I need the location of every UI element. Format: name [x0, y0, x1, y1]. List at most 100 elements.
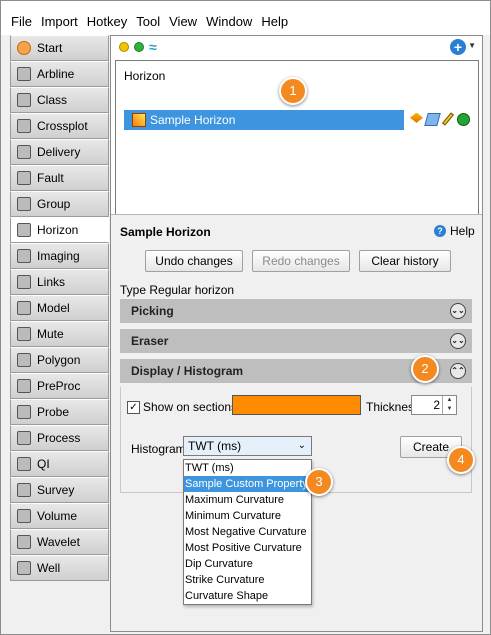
- chevron-down-icon[interactable]: ▼: [468, 41, 476, 50]
- dropdown-option[interactable]: Most Negative Curvature: [184, 524, 311, 540]
- pencil-icon[interactable]: [441, 112, 455, 126]
- dropdown-option[interactable]: Sample Custom Property: [184, 476, 311, 492]
- sidebar-item-label: Polygon: [37, 353, 81, 367]
- qi-icon: [17, 457, 31, 471]
- sidebar-item-volume[interactable]: Volume: [10, 503, 109, 529]
- sidebar-item-links[interactable]: Links: [10, 269, 109, 295]
- group-icon: [17, 197, 31, 211]
- chevron-down-icon[interactable]: ⌄⌄: [450, 303, 466, 319]
- dropdown-option[interactable]: Minimum Curvature: [184, 508, 311, 524]
- mute-icon: [17, 327, 31, 341]
- list-title: Horizon: [124, 69, 166, 83]
- sidebar-item-model[interactable]: Model: [10, 295, 109, 321]
- help-link[interactable]: ? Help: [434, 224, 475, 238]
- links-icon: [17, 275, 31, 289]
- sidebar-item-label: Model: [37, 301, 70, 315]
- thickness-spinner[interactable]: 2 ▲ ▼: [411, 395, 457, 415]
- sidebar-item-imaging[interactable]: Imaging: [10, 243, 109, 269]
- dropdown-option[interactable]: Dip Curvature: [184, 556, 311, 572]
- volume-icon: [17, 509, 31, 523]
- model-icon: [17, 301, 31, 315]
- horizon-item-icon: [132, 113, 146, 127]
- dropdown-option[interactable]: Strike Curvature: [184, 572, 311, 588]
- chevron-down-icon[interactable]: ⌄⌄: [450, 333, 466, 349]
- sidebar-item-label: Mute: [37, 327, 64, 341]
- histogram-select[interactable]: TWT (ms) ⌄: [183, 436, 312, 456]
- sidebar-item-label: PreProc: [37, 379, 81, 393]
- delivery-icon: [17, 145, 31, 159]
- survey-icon: [17, 483, 31, 497]
- clear-history-button[interactable]: Clear history: [359, 250, 451, 272]
- dropdown-option[interactable]: Curvature Shape: [184, 588, 311, 604]
- imaging-icon: [17, 249, 31, 263]
- crossplot-icon: [17, 119, 31, 133]
- section-picking-label: Picking: [131, 304, 174, 318]
- add-icon[interactable]: +: [450, 39, 466, 55]
- menu-import[interactable]: Import: [41, 14, 78, 29]
- horizon-color-swatch[interactable]: [232, 395, 361, 415]
- sidebar-item-probe[interactable]: Probe: [10, 399, 109, 425]
- sidebar-item-process[interactable]: Process: [10, 425, 109, 451]
- menu-window[interactable]: Window: [206, 14, 252, 29]
- app-window: File Import Hotkey Tool View Window Help…: [0, 0, 491, 635]
- sidebar-item-qi[interactable]: QI: [10, 451, 109, 477]
- type-label: Type Regular horizon: [120, 283, 235, 297]
- menu-view[interactable]: View: [169, 14, 197, 29]
- wavelet-icon: [17, 535, 31, 549]
- green-dot-icon[interactable]: [457, 112, 470, 126]
- menu-tool[interactable]: Tool: [136, 14, 160, 29]
- sidebar-item-arbline[interactable]: Arbline: [10, 61, 109, 87]
- sidebar-item-polygon[interactable]: Polygon: [10, 347, 109, 373]
- menu-hotkey[interactable]: Hotkey: [87, 14, 127, 29]
- list-item-label: Sample Horizon: [150, 113, 236, 127]
- sidebar-item-well[interactable]: Well: [10, 555, 109, 581]
- sidebar-item-group[interactable]: Group: [10, 191, 109, 217]
- sidebar-item-label: Start: [37, 41, 63, 55]
- layers-icon[interactable]: [410, 112, 423, 123]
- sidebar-item-label: QI: [37, 457, 50, 471]
- menu-file[interactable]: File: [11, 14, 32, 29]
- undo-changes-button[interactable]: Undo changes: [145, 250, 243, 272]
- sidebar-item-label: Arbline: [37, 67, 75, 81]
- callout-badge: 2: [411, 355, 439, 383]
- sidebar-item-crossplot[interactable]: Crossplot: [10, 113, 109, 139]
- arbline-icon: [17, 67, 31, 81]
- sidebar-item-preproc[interactable]: PreProc: [10, 373, 109, 399]
- thickness-value: 2: [433, 398, 440, 412]
- wave-icon[interactable]: ≈: [149, 39, 157, 55]
- list-item-sample-horizon[interactable]: Sample Horizon: [124, 110, 404, 130]
- callout-badge: 1: [279, 77, 307, 105]
- menu-bar: File Import Hotkey Tool View Window Help: [1, 1, 490, 35]
- green-status-icon[interactable]: [134, 42, 144, 52]
- chevron-up-icon[interactable]: ⌃⌃: [450, 363, 466, 379]
- dropdown-option[interactable]: TWT (ms): [184, 460, 311, 476]
- sidebar-item-label: Process: [37, 431, 81, 445]
- sidebar-item-label: Delivery: [37, 145, 81, 159]
- sidebar-item-survey[interactable]: Survey: [10, 477, 109, 503]
- chevron-down-icon: ⌄: [297, 440, 306, 451]
- sidebar-item-wavelet[interactable]: Wavelet: [10, 529, 109, 555]
- dropdown-option[interactable]: Most Positive Curvature: [184, 540, 311, 556]
- section-eraser[interactable]: Eraser ⌄⌄: [120, 329, 472, 353]
- redo-changes-button[interactable]: Redo changes: [252, 250, 350, 272]
- eraser-icon[interactable]: [424, 112, 441, 126]
- callout-badge: 3: [305, 468, 333, 496]
- yellow-status-icon[interactable]: [119, 42, 129, 52]
- sidebar-item-label: Links: [37, 275, 66, 289]
- sidebar-item-fault[interactable]: Fault: [10, 165, 109, 191]
- dropdown-option[interactable]: Maximum Curvature: [184, 492, 311, 508]
- spinner-arrows-icon[interactable]: ▲ ▼: [442, 396, 456, 414]
- sidebar-item-label: Imaging: [37, 249, 80, 263]
- sidebar-item-horizon[interactable]: Horizon: [10, 217, 109, 243]
- probe-icon: [17, 405, 31, 419]
- show-on-sections-checkbox[interactable]: ✓: [127, 401, 140, 414]
- sidebar-item-delivery[interactable]: Delivery: [10, 139, 109, 165]
- preproc-icon: [17, 379, 31, 393]
- section-picking[interactable]: Picking ⌄⌄: [120, 299, 472, 323]
- sidebar-item-class[interactable]: Class: [10, 87, 109, 113]
- menu-help[interactable]: Help: [261, 14, 288, 29]
- sidebar-item-mute[interactable]: Mute: [10, 321, 109, 347]
- horizon-icon: [17, 223, 31, 237]
- well-icon: [17, 561, 31, 575]
- sidebar-item-start[interactable]: Start: [10, 35, 109, 61]
